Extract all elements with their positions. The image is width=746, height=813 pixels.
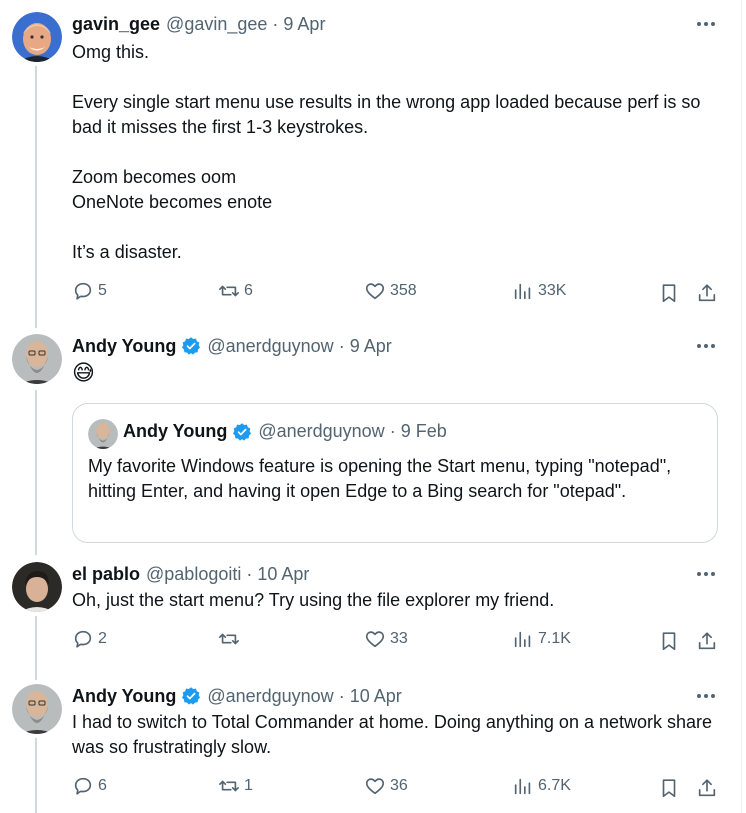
- like-button[interactable]: 358: [364, 280, 417, 302]
- heart-icon: [365, 631, 385, 648]
- more-options-icon[interactable]: [694, 334, 718, 358]
- column-border: [741, 0, 742, 813]
- tweet[interactable]: Andy Young @anerdguynow · 10 Apr I had t…: [0, 680, 740, 813]
- heart-icon: [365, 283, 385, 300]
- tweet[interactable]: Andy Young @anerdguynow · 9 Apr 😅 Andy Y…: [0, 330, 740, 558]
- reply-count: 2: [98, 630, 107, 647]
- tweet-date[interactable]: 9 Apr: [350, 336, 392, 357]
- author-handle[interactable]: @gavin_gee: [166, 14, 267, 35]
- like-count: 358: [390, 282, 417, 299]
- view-count: 33K: [538, 282, 567, 299]
- tweet-date[interactable]: 10 Apr: [350, 686, 402, 707]
- quoted-date: 9 Feb: [400, 421, 447, 441]
- reply-icon: [74, 282, 92, 300]
- repost-icon: [219, 633, 239, 645]
- views-icon: [514, 631, 531, 648]
- separator: ·: [338, 685, 345, 706]
- more-options-icon[interactable]: [694, 12, 718, 36]
- avatar[interactable]: [12, 12, 62, 62]
- tweet-content: Andy Young @anerdguynow · 9 Apr 😅: [72, 334, 724, 386]
- share-icon[interactable]: [696, 777, 718, 799]
- author-name[interactable]: Andy Young: [72, 686, 176, 707]
- repost-count: 6: [244, 282, 253, 299]
- quoted-header: Andy Young @anerdguynow · 9 Feb: [123, 421, 447, 442]
- share-icon[interactable]: [696, 630, 718, 652]
- repost-button[interactable]: [218, 628, 244, 650]
- thread: gavin_gee @gavin_gee · 9 Apr Omg this. E…: [0, 0, 746, 813]
- reply-button[interactable]: 5: [72, 280, 107, 302]
- more-options-icon[interactable]: [694, 684, 718, 708]
- views-button[interactable]: 7.1K: [512, 628, 571, 650]
- tweet-content: gavin_gee @gavin_gee · 9 Apr Omg this. E…: [72, 12, 724, 265]
- separator: ·: [246, 563, 253, 584]
- repost-button[interactable]: 1: [218, 775, 253, 797]
- views-button[interactable]: 6.7K: [512, 775, 571, 797]
- bookmark-icon[interactable]: [658, 282, 680, 304]
- tweet-text: Oh, just the start menu? Try using the f…: [72, 590, 555, 610]
- like-button[interactable]: 36: [364, 775, 408, 797]
- author-name[interactable]: el pablo: [72, 564, 140, 585]
- view-count: 7.1K: [538, 630, 571, 647]
- author-name[interactable]: gavin_gee: [72, 14, 160, 35]
- share-icon[interactable]: [696, 282, 718, 304]
- tweet-content: Andy Young @anerdguynow · 10 Apr I had t…: [72, 684, 724, 760]
- views-icon: [514, 778, 531, 795]
- tweet-actions: 6 1 36 6.7K: [72, 775, 724, 801]
- tweet-text: 😅: [72, 360, 95, 385]
- tweet-date[interactable]: 10 Apr: [257, 564, 309, 585]
- avatar[interactable]: [12, 684, 62, 734]
- repost-icon: [219, 285, 239, 297]
- tweet[interactable]: el pablo @pablogoiti · 10 Apr Oh, just t…: [0, 558, 740, 670]
- avatar[interactable]: [12, 562, 62, 612]
- reply-button[interactable]: 6: [72, 775, 107, 797]
- reply-count: 6: [98, 777, 107, 794]
- like-count: 36: [390, 777, 408, 794]
- tweet-header: Andy Young @anerdguynow · 10 Apr: [72, 684, 724, 708]
- tweet-header: Andy Young @anerdguynow · 9 Apr: [72, 334, 724, 358]
- avatar[interactable]: [12, 334, 62, 384]
- author-handle[interactable]: @anerdguynow: [207, 336, 333, 357]
- quoted-author-handle: @anerdguynow: [258, 421, 385, 441]
- tweet-text: Omg this. Every single start menu use re…: [72, 42, 701, 262]
- tweet-header: gavin_gee @gavin_gee · 9 Apr: [72, 12, 724, 36]
- views-button[interactable]: 33K: [512, 280, 566, 302]
- reply-count: 5: [98, 282, 107, 299]
- tweet-content: el pablo @pablogoiti · 10 Apr Oh, just t…: [72, 562, 724, 613]
- repost-icon: [219, 780, 239, 792]
- quoted-tweet[interactable]: Andy Young @anerdguynow · 9 Feb My favor…: [72, 403, 718, 543]
- author-handle[interactable]: @pablogoiti: [146, 564, 241, 585]
- quoted-avatar: [88, 419, 118, 449]
- separator: ·: [338, 335, 345, 356]
- heart-icon: [365, 778, 385, 795]
- tweet-date[interactable]: 9 Apr: [283, 14, 325, 35]
- separator: ·: [272, 13, 279, 34]
- author-handle[interactable]: @anerdguynow: [207, 686, 333, 707]
- tweet-text: I had to switch to Total Commander at ho…: [72, 712, 718, 757]
- tweet-actions: 2 33 7.1K: [72, 628, 724, 654]
- quoted-text: My favorite Windows feature is opening t…: [88, 456, 672, 501]
- verified-badge-icon: [233, 422, 252, 441]
- repost-count: 1: [244, 777, 253, 794]
- view-count: 6.7K: [538, 777, 571, 794]
- tweet-actions: 5 6 358 33K: [72, 280, 724, 306]
- bookmark-icon[interactable]: [658, 630, 680, 652]
- verified-badge-icon: [182, 337, 201, 355]
- like-count: 33: [390, 630, 408, 647]
- tweet-header: el pablo @pablogoiti · 10 Apr: [72, 562, 724, 586]
- quoted-author-name: Andy Young: [123, 421, 228, 441]
- like-button[interactable]: 33: [364, 628, 408, 650]
- more-options-icon[interactable]: [694, 562, 718, 586]
- tweet[interactable]: gavin_gee @gavin_gee · 9 Apr Omg this. E…: [0, 0, 740, 330]
- separator: ·: [389, 421, 396, 441]
- bookmark-icon[interactable]: [658, 777, 680, 799]
- views-icon: [514, 283, 531, 300]
- repost-button[interactable]: 6: [218, 280, 253, 302]
- reply-icon: [74, 777, 92, 795]
- reply-button[interactable]: 2: [72, 628, 107, 650]
- verified-badge-icon: [182, 687, 201, 705]
- reply-icon: [74, 630, 92, 648]
- author-name[interactable]: Andy Young: [72, 336, 176, 357]
